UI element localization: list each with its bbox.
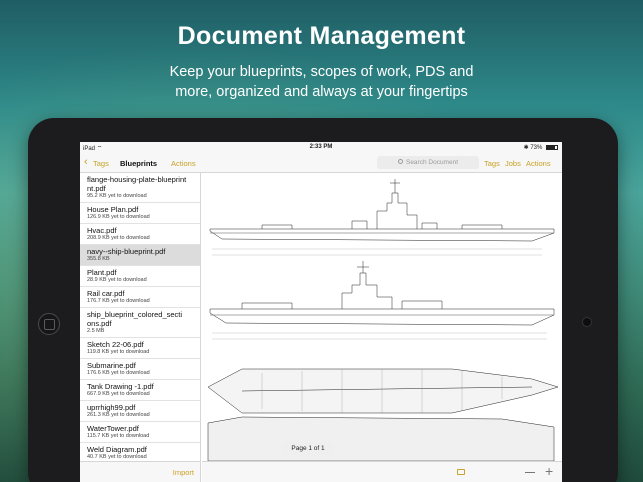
battery-icon	[546, 144, 558, 150]
bluetooth-icon: ✱	[523, 145, 529, 151]
sidebar-actions-button[interactable]: Actions	[171, 159, 196, 168]
list-item[interactable]: Tank Drawing -1.pdf 667.9 KB yet to down…	[80, 380, 200, 401]
list-item[interactable]: Hvac.pdf 208.9 KB yet to download	[80, 224, 200, 245]
document-icon[interactable]	[457, 469, 465, 475]
search-input[interactable]: Search Document	[377, 156, 479, 169]
camera-icon	[582, 317, 592, 327]
list-item[interactable]: Plant.pdf 28.9 KB yet to download	[80, 266, 200, 287]
battery-indicator: ✱ 73%	[524, 144, 558, 151]
list-item-selected[interactable]: navy--ship-blueprint.pdf 355.8 KB	[80, 245, 200, 266]
file-name: Plant.pdf	[87, 268, 117, 277]
file-list: flange-housing-plate-blueprint nt.pdf 95…	[80, 173, 201, 461]
hero-subtitle-line-1: Keep your blueprints, scopes of work, PD…	[169, 64, 474, 80]
file-meta: 126.9 KB yet to download	[87, 214, 150, 220]
list-item[interactable]: Weld Diagram.pdf 40.7 KB yet to download	[80, 443, 200, 461]
file-name: ship_blueprint_colored_secti	[87, 310, 183, 319]
list-item[interactable]: Sketch 22-06.pdf 119.8 KB yet to downloa…	[80, 338, 200, 359]
tags-button[interactable]: Tags	[484, 159, 500, 168]
zoom-in-icon[interactable]: +	[545, 464, 553, 478]
file-name: WaterTower.pdf	[87, 424, 139, 433]
file-meta: 176.7 KB yet to download	[87, 298, 150, 304]
file-name: Submarine.pdf	[87, 361, 136, 370]
sidebar-toolbar: Import	[80, 461, 201, 482]
battery-percent: 73%	[530, 145, 543, 151]
file-meta: 208.9 KB yet to download	[87, 235, 150, 241]
list-item[interactable]: ship_blueprint_colored_secti ons.pdf 2.5…	[80, 308, 200, 338]
file-name: Weld Diagram.pdf	[87, 445, 147, 454]
file-meta: 2.5 MB	[87, 328, 105, 334]
file-name: Tank Drawing -1.pdf	[87, 382, 154, 391]
chevron-left-icon[interactable]: ‹	[84, 157, 88, 168]
viewer-toolbar: +	[202, 461, 562, 482]
blueprint-drawing	[207, 179, 559, 461]
file-name: ons.pdf	[87, 319, 112, 328]
list-item[interactable]: Rail car.pdf 176.7 KB yet to download	[80, 287, 200, 308]
file-meta: 261.3 KB yet to download	[87, 412, 150, 418]
status-time: 2:33 PM	[309, 144, 333, 150]
file-name: Rail car.pdf	[87, 289, 125, 298]
nav-bar: ‹ Tags Blueprints Actions Search Documen…	[80, 153, 562, 173]
back-button[interactable]: Tags	[93, 159, 109, 168]
file-meta: 176.6 KB yet to download	[87, 370, 150, 376]
list-item[interactable]: House Plan.pdf 126.9 KB yet to download	[80, 203, 200, 224]
file-meta: 119.8 KB yet to download	[87, 349, 150, 355]
hero-subtitle: Keep your blueprints, scopes of work, PD…	[0, 62, 643, 102]
status-bar: iPad ⌔ 2:33 PM ✱ 73%	[80, 142, 562, 153]
file-meta: 115.7 KB yet to download	[87, 433, 150, 439]
file-name: Sketch 22-06.pdf	[87, 340, 144, 349]
file-name: flange-housing-plate-blueprint	[87, 175, 187, 184]
hero-subtitle-line-2: more, organized and always at your finge…	[175, 84, 468, 100]
file-meta: 95.2 KB yet to download	[87, 193, 147, 199]
jobs-button[interactable]: Jobs	[505, 159, 521, 168]
page-indicator: Page 1 of 1	[282, 442, 334, 455]
actions-button[interactable]: Actions	[526, 159, 551, 168]
file-meta: 355.8 KB	[87, 256, 110, 262]
file-name: nt.pdf	[87, 184, 106, 193]
file-name: House Plan.pdf	[87, 205, 139, 214]
import-button[interactable]: Import	[173, 468, 194, 477]
file-meta: 667.9 KB yet to download	[87, 391, 150, 397]
home-button[interactable]	[38, 313, 60, 335]
document-viewer[interactable]	[202, 173, 562, 461]
search-icon	[397, 158, 403, 164]
list-item[interactable]: WaterTower.pdf 115.7 KB yet to download	[80, 422, 200, 443]
file-name: uprrhigh99.pdf	[87, 403, 136, 412]
list-item[interactable]: Submarine.pdf 176.6 KB yet to download	[80, 359, 200, 380]
file-meta: 28.9 KB yet to download	[87, 277, 147, 283]
page-title: Blueprints	[120, 159, 158, 168]
list-item[interactable]: uprrhigh99.pdf 261.3 KB yet to download	[80, 401, 200, 422]
app-screen: iPad ⌔ 2:33 PM ✱ 73% ‹ Tags Blueprints A…	[80, 142, 562, 482]
hero-title: Document Management	[177, 22, 466, 50]
search-placeholder: Search Document	[405, 159, 459, 166]
file-name: Hvac.pdf	[87, 226, 117, 235]
file-meta: 40.7 KB yet to download	[87, 454, 147, 460]
file-name: navy--ship-blueprint.pdf	[87, 247, 166, 256]
zoom-out-icon[interactable]	[525, 472, 535, 473]
list-item[interactable]: flange-housing-plate-blueprint nt.pdf 95…	[80, 173, 200, 203]
